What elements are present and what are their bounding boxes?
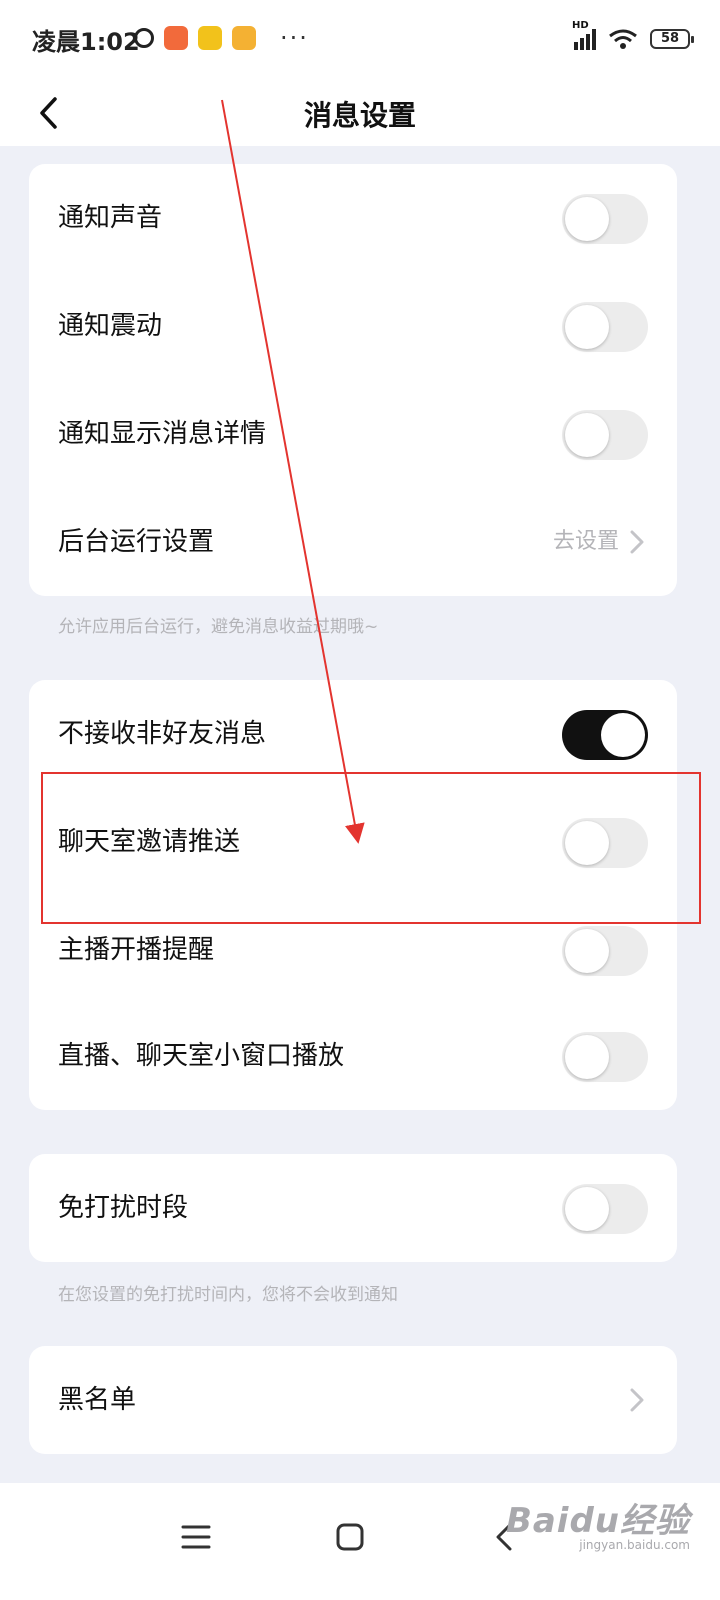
row-label: 黑名单 — [58, 1385, 137, 1415]
toggle-knob — [565, 1035, 609, 1079]
do-not-disturb-hint: 在您设置的免打扰时间内，您将不会收到通知 — [58, 1285, 398, 1305]
toggle-knob — [565, 305, 609, 349]
settings-row-blacklist[interactable]: 黑名单 — [29, 1346, 677, 1454]
status-system-icons: HD 58 — [572, 20, 694, 50]
blacklist-card[interactable]: 黑名单 — [29, 1346, 677, 1454]
row-label: 后台运行设置 — [58, 527, 215, 557]
notify-detail-toggle[interactable] — [562, 410, 648, 460]
settings-row-do-not-disturb: 免打扰时段 — [29, 1154, 677, 1262]
notify-sound-toggle[interactable] — [562, 194, 648, 244]
app-notification-icon — [198, 26, 222, 50]
toggle-knob — [565, 413, 609, 457]
notification-settings-card: 通知声音 通知震动 通知显示消息详情 后台运行设置 去设置 — [29, 164, 677, 596]
more-notifications-icon: ··· — [280, 24, 309, 52]
app-notification-icon — [232, 26, 256, 50]
toggle-knob — [601, 713, 645, 757]
row-label: 通知声音 — [58, 203, 163, 233]
do-not-disturb-toggle[interactable] — [562, 1184, 648, 1234]
background-run-hint: 允许应用后台运行，避免消息收益过期哦~ — [58, 617, 379, 637]
notify-vibrate-toggle[interactable] — [562, 302, 648, 352]
watermark-logo: Baidu经验 — [505, 1501, 690, 1541]
page-title: 消息设置 — [303, 99, 416, 132]
toggle-knob — [565, 197, 609, 241]
wifi-icon — [609, 29, 637, 49]
alarm-icon — [134, 28, 154, 48]
do-not-disturb-card: 免打扰时段 — [29, 1154, 677, 1262]
settings-row-notify-vibrate: 通知震动 — [29, 272, 677, 380]
signal-bars — [574, 28, 596, 50]
row-label: 免打扰时段 — [58, 1193, 189, 1223]
live-reminder-toggle[interactable] — [562, 926, 648, 976]
app-notification-icon — [164, 26, 188, 50]
status-bar: 凌晨1:02 ··· HD 58 — [0, 0, 720, 80]
toggle-knob — [565, 929, 609, 973]
reject-strangers-toggle[interactable] — [562, 710, 648, 760]
settings-row-notify-detail: 通知显示消息详情 — [29, 380, 677, 488]
settings-row-notify-sound: 通知声音 — [29, 164, 677, 272]
menu-icon — [181, 1525, 211, 1549]
go-settings-link[interactable]: 去设置 — [553, 488, 619, 596]
battery-icon: 58 — [650, 29, 694, 49]
cell-signal-icon: HD — [572, 20, 596, 50]
chevron-right-icon — [630, 1388, 644, 1412]
system-nav-bar: Baidu经验 jingyan.baidu.com — [0, 1483, 720, 1600]
nav-bar: 消息设置 — [0, 80, 720, 146]
chevron-right-icon — [630, 530, 644, 554]
network-type-label: HD — [572, 20, 589, 31]
row-label: 直播、聊天室小窗口播放 — [58, 1041, 345, 1071]
settings-row-background-run[interactable]: 后台运行设置 去设置 — [29, 488, 677, 596]
baidu-watermark: Baidu经验 jingyan.baidu.com — [506, 1493, 690, 1552]
menu-button[interactable] — [166, 1507, 226, 1567]
row-label: 通知显示消息详情 — [58, 419, 267, 449]
settings-row-mini-window: 直播、聊天室小窗口播放 — [29, 1002, 677, 1110]
row-label: 通知震动 — [58, 311, 163, 341]
home-icon — [336, 1523, 364, 1551]
status-notification-icons: ··· — [134, 26, 309, 50]
toggle-knob — [565, 1187, 609, 1231]
status-time: 凌晨1:02 — [32, 28, 140, 56]
annotation-highlight-box — [41, 772, 701, 924]
home-button[interactable] — [320, 1507, 380, 1567]
mini-window-toggle[interactable] — [562, 1032, 648, 1082]
